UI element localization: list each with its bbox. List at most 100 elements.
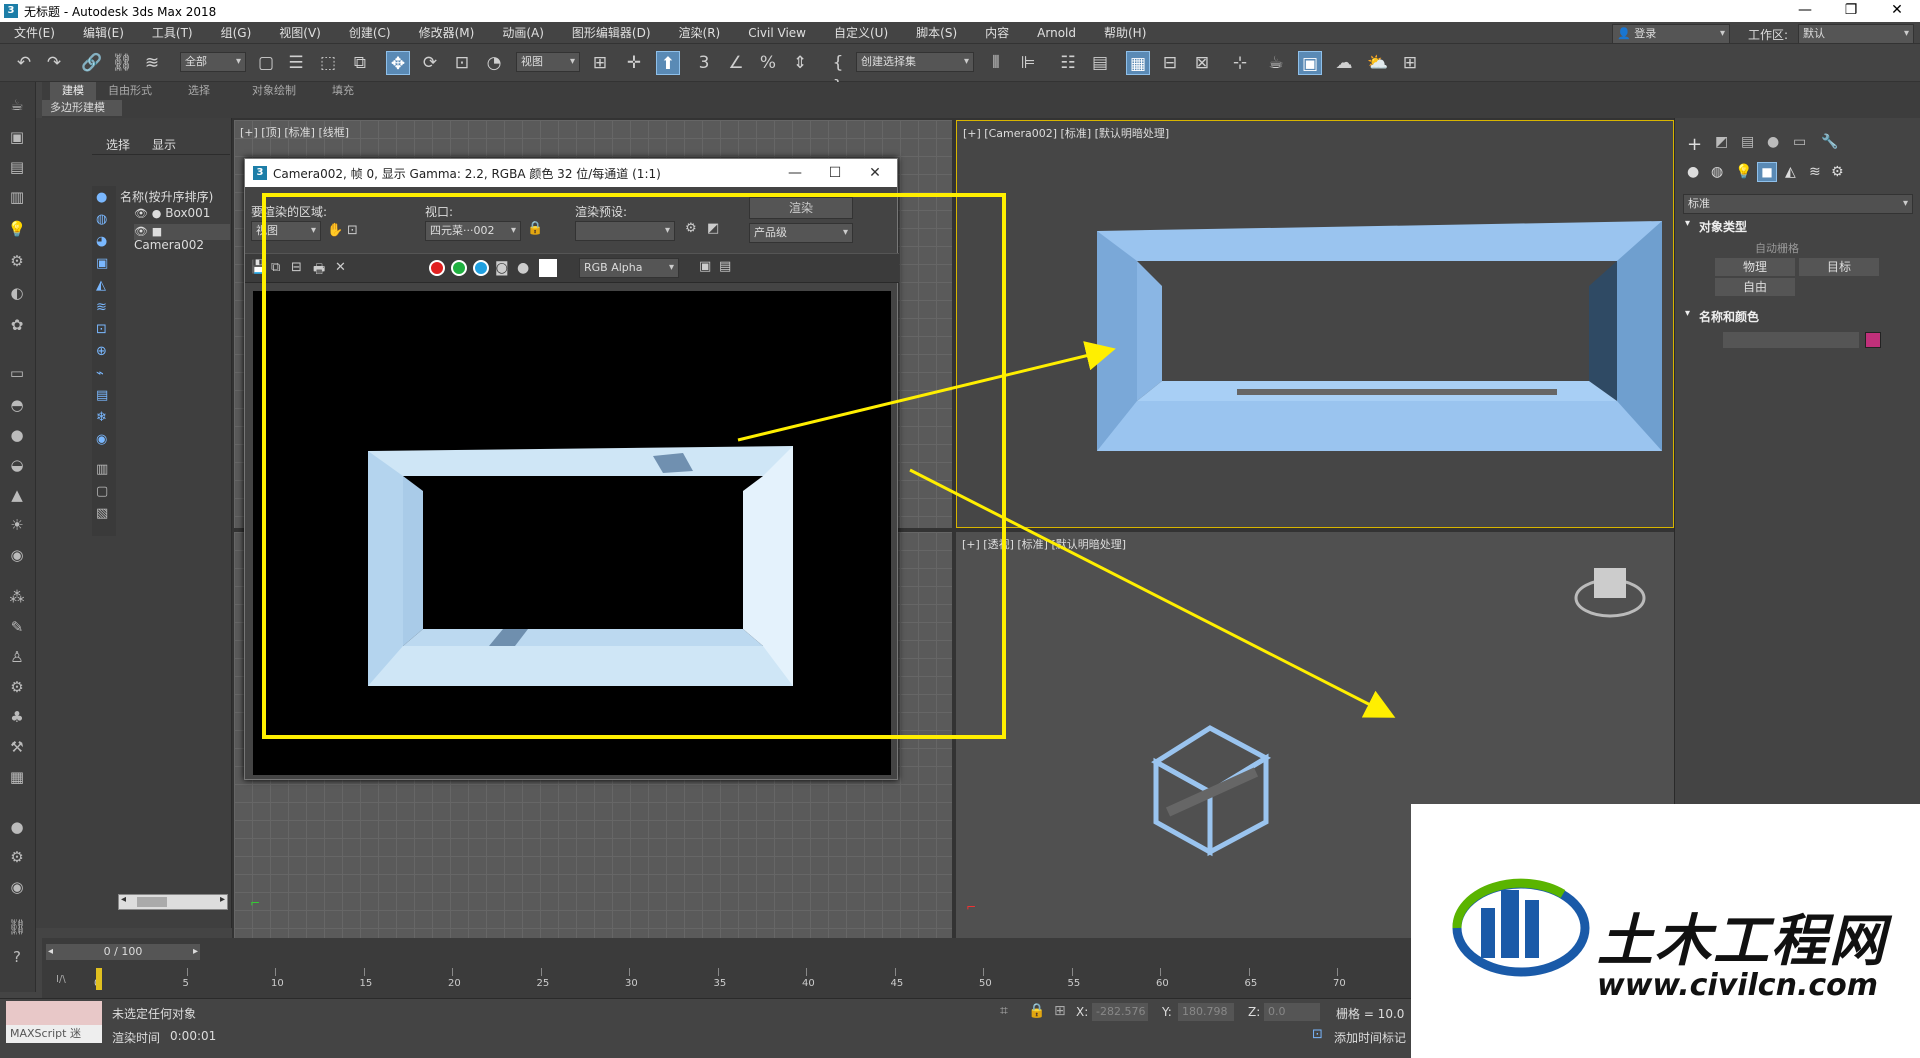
menu-item[interactable]: 脚本(S) bbox=[902, 24, 971, 41]
spinner-snap-icon[interactable]: ⇕ bbox=[788, 51, 812, 75]
bind-space-warp-icon[interactable]: ≋ bbox=[140, 51, 164, 75]
render-iterative-icon[interactable]: ☁ bbox=[1332, 51, 1356, 75]
viewport-label[interactable]: [+] [顶] [标准] [线框] bbox=[240, 124, 349, 140]
ball-icon[interactable]: ● bbox=[6, 816, 28, 838]
physical-button[interactable]: 物理 bbox=[1715, 258, 1795, 276]
light-icon[interactable]: 💡 bbox=[6, 218, 28, 240]
dome-icon[interactable]: ◒ bbox=[6, 454, 28, 476]
record-icon[interactable]: ◉ bbox=[6, 876, 28, 898]
scene-tab-select[interactable]: 选择 bbox=[106, 136, 130, 153]
angle-snap-icon[interactable]: ∠ bbox=[724, 51, 748, 75]
scroll-thumb[interactable] bbox=[137, 897, 167, 907]
scene-row[interactable]: 👁 ● Box001 bbox=[134, 206, 230, 222]
menu-item[interactable]: 渲染(R) bbox=[665, 24, 735, 41]
maximize-icon[interactable]: ☐ bbox=[815, 159, 855, 187]
window-crossing-icon[interactable]: ⧉ bbox=[348, 51, 372, 75]
menu-item[interactable]: 动画(A) bbox=[488, 24, 558, 41]
keyboard-shortcut-icon[interactable]: ⬆ bbox=[656, 51, 680, 75]
close-icon[interactable]: ✕ bbox=[855, 159, 895, 187]
filter-xref-icon[interactable]: ⊕ bbox=[96, 344, 107, 359]
place-icon[interactable]: ◔ bbox=[482, 51, 506, 75]
filter-container-icon[interactable]: ▤ bbox=[96, 388, 108, 403]
time-slider[interactable]: ◂ 0 / 100 ▸ bbox=[46, 944, 200, 960]
next-frame-icon[interactable]: ▸ bbox=[193, 944, 198, 960]
hierarchy-tab-icon[interactable]: ▤ bbox=[1741, 134, 1754, 150]
mirror-icon[interactable]: ⫴ bbox=[984, 51, 1008, 75]
percent-snap-icon[interactable]: % bbox=[756, 51, 780, 75]
link-icon[interactable]: 🔗 bbox=[80, 51, 104, 75]
render-production-icon[interactable]: ▣ bbox=[1298, 51, 1322, 75]
selection-filter-dropdown[interactable]: 全部 bbox=[180, 52, 246, 72]
shapes-icon[interactable]: ◍ bbox=[1711, 164, 1723, 180]
menu-item[interactable]: 组(G) bbox=[207, 24, 266, 41]
filter-geometry-icon[interactable]: ● bbox=[96, 190, 107, 205]
menu-item[interactable]: 自定义(U) bbox=[820, 24, 902, 41]
layer-explorer-icon[interactable]: ☷ bbox=[1056, 51, 1080, 75]
display-tab-icon[interactable]: ▭ bbox=[1793, 134, 1806, 150]
unlink-icon[interactable]: ⛓ bbox=[110, 51, 134, 75]
undo-icon[interactable]: ↶ bbox=[12, 51, 36, 75]
systems-icon[interactable]: ⚙ bbox=[1831, 164, 1844, 180]
modify-tab-icon[interactable]: ◩ bbox=[1715, 134, 1728, 150]
hf-icon[interactable]: ⚒ bbox=[6, 736, 28, 758]
geometry-icon[interactable]: ● bbox=[1687, 164, 1699, 180]
autogrid-checkbox[interactable]: 自动栅格 bbox=[1755, 240, 1799, 256]
visibility-eye-icon[interactable]: 👁 bbox=[134, 225, 148, 238]
close-icon[interactable]: ✕ bbox=[1874, 0, 1920, 22]
redo-icon[interactable]: ↷ bbox=[42, 51, 66, 75]
align-icon[interactable]: ⊫ bbox=[1016, 51, 1040, 75]
filter-camera-icon[interactable]: ▣ bbox=[96, 256, 108, 271]
reference-coord-dropdown[interactable]: 视图 bbox=[516, 52, 580, 72]
layer-icon[interactable]: ▤ bbox=[6, 156, 28, 178]
restore-icon[interactable]: ❐ bbox=[1828, 0, 1874, 22]
filter-helper-icon[interactable]: ◭ bbox=[96, 278, 106, 293]
filter-all-icon[interactable]: ▥ bbox=[96, 462, 108, 477]
category-dropdown[interactable]: 标准 bbox=[1683, 194, 1913, 214]
maxscript-listener[interactable] bbox=[6, 1001, 102, 1025]
snap-toggle-icon[interactable]: 3 bbox=[692, 51, 716, 75]
rollout-name-color[interactable]: ▾ 名称和颜色 bbox=[1683, 308, 1913, 326]
system-icon[interactable]: ✿ bbox=[6, 314, 28, 336]
isolate-icon[interactable]: ⌗ bbox=[1000, 1003, 1008, 1019]
ribbon-toggle-icon[interactable]: ▤ bbox=[1088, 51, 1112, 75]
filter-none-icon[interactable]: ▢ bbox=[96, 484, 108, 499]
filter-warp-icon[interactable]: ≋ bbox=[96, 300, 107, 315]
maxscript-input[interactable]: MAXScript 迷 bbox=[6, 1025, 102, 1043]
menu-item[interactable]: 工具(T) bbox=[138, 24, 207, 41]
rollout-object-type[interactable]: ▾ 对象类型 bbox=[1683, 218, 1913, 236]
rect-region-icon[interactable]: ⬚ bbox=[316, 51, 340, 75]
minimize-icon[interactable]: — bbox=[775, 159, 815, 187]
select-object-icon[interactable]: ▢ bbox=[254, 51, 278, 75]
ribbon-tab[interactable]: 建模 bbox=[50, 82, 96, 100]
prev-frame-icon[interactable]: ◂ bbox=[48, 944, 53, 960]
minimize-icon[interactable]: — bbox=[1782, 0, 1828, 22]
spacewarps-icon[interactable]: ≋ bbox=[1809, 164, 1821, 180]
ribbon-tab[interactable]: 自由形式 bbox=[108, 82, 152, 100]
schematic-view-icon[interactable]: ⊟ bbox=[1158, 51, 1182, 75]
workspace-dropdown[interactable]: 默认 bbox=[1798, 24, 1914, 44]
material-editor-icon[interactable]: ⊠ bbox=[1190, 51, 1214, 75]
helper-icon[interactable]: ⚙ bbox=[6, 250, 28, 272]
filter-invert-icon[interactable]: ▧ bbox=[96, 506, 108, 521]
spacewarp-icon[interactable]: ◐ bbox=[6, 282, 28, 304]
filter-group-icon[interactable]: ⊡ bbox=[96, 322, 107, 337]
utilities-tab-icon[interactable]: 🔧 bbox=[1821, 134, 1838, 150]
scene-tab-display[interactable]: 显示 bbox=[152, 136, 176, 153]
scene-header[interactable]: 名称(按升序排序) bbox=[120, 188, 213, 205]
help-icon[interactable]: ? bbox=[6, 946, 28, 968]
menu-item[interactable]: 图形编辑器(D) bbox=[558, 24, 665, 41]
sun-icon[interactable]: ☀ bbox=[6, 514, 28, 536]
menu-item[interactable]: Arnold bbox=[1023, 26, 1090, 40]
menu-item[interactable]: 视图(V) bbox=[265, 24, 335, 41]
free-button[interactable]: 自由 bbox=[1715, 278, 1795, 296]
edit-named-selection-icon[interactable]: { } bbox=[826, 51, 850, 97]
scene-row[interactable]: 👁 ■ Camera002 bbox=[134, 224, 230, 252]
object-color-swatch[interactable] bbox=[1865, 332, 1881, 348]
hemisphere-icon[interactable]: ◓ bbox=[6, 394, 28, 416]
filter-light-icon[interactable]: ◕ bbox=[96, 234, 107, 249]
menu-item[interactable]: 创建(C) bbox=[335, 24, 405, 41]
gear-icon[interactable]: ⚙ bbox=[6, 676, 28, 698]
ribbon-tab[interactable]: 选择 bbox=[188, 82, 210, 100]
menu-item[interactable]: 修改器(M) bbox=[405, 24, 489, 41]
menu-item[interactable]: 文件(E) bbox=[0, 24, 69, 41]
